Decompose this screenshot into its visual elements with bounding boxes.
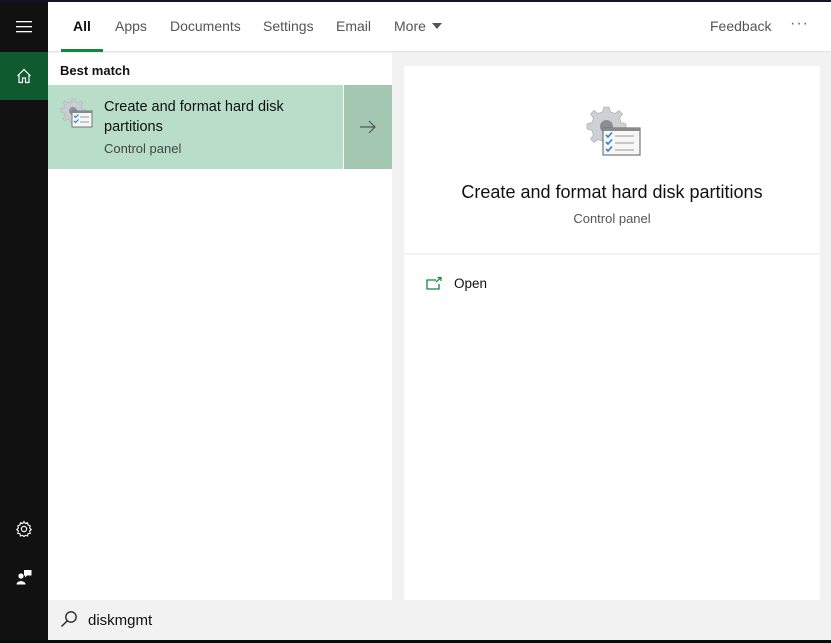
expand-preview-button[interactable] bbox=[344, 85, 392, 169]
open-external-icon bbox=[426, 276, 442, 290]
control-panel-gear-checklist-icon bbox=[60, 98, 93, 128]
tab-more-dropdown[interactable]: More bbox=[394, 2, 442, 52]
settings-button[interactable] bbox=[0, 505, 48, 553]
sidebar bbox=[0, 2, 48, 640]
home-button[interactable] bbox=[0, 52, 48, 100]
search-input[interactable] bbox=[88, 606, 588, 634]
tab-email[interactable]: Email bbox=[336, 2, 371, 52]
preview-actions: Open bbox=[404, 255, 820, 600]
caret-down-icon bbox=[431, 23, 442, 29]
tab-label: Apps bbox=[115, 18, 147, 34]
open-action-label: Open bbox=[454, 275, 488, 291]
tab-label: All bbox=[73, 18, 91, 34]
search-panel: All Apps Documents Settings Email More F… bbox=[48, 2, 831, 640]
more-options-button[interactable]: ··· bbox=[790, 2, 809, 52]
tab-label: Email bbox=[336, 18, 372, 34]
result-title: Create and format hard disk partitions bbox=[104, 99, 284, 135]
tab-label: Settings bbox=[263, 18, 314, 34]
home-icon bbox=[17, 68, 31, 84]
tab-settings[interactable]: Settings bbox=[263, 2, 314, 52]
feedback-link[interactable]: Feedback bbox=[710, 2, 771, 52]
tab-documents[interactable]: Documents bbox=[170, 2, 241, 52]
preview-subtitle: Control panel bbox=[573, 211, 651, 226]
hamburger-menu-icon bbox=[16, 21, 32, 33]
gear-icon bbox=[15, 520, 33, 538]
tab-apps[interactable]: Apps bbox=[115, 2, 147, 52]
arrow-right-icon bbox=[360, 120, 376, 134]
search-bar bbox=[48, 600, 831, 640]
open-action[interactable]: Open bbox=[426, 273, 487, 293]
preview-title: Create and format hard disk partitions bbox=[461, 182, 763, 202]
section-heading-best-match: Best match bbox=[60, 63, 131, 78]
tab-all[interactable]: All bbox=[61, 2, 103, 52]
result-subtitle: Control panel bbox=[104, 141, 182, 156]
control-panel-gear-checklist-icon bbox=[586, 106, 641, 156]
tab-label: More bbox=[394, 18, 426, 34]
feedback-hub-button[interactable] bbox=[0, 553, 48, 601]
search-icon bbox=[61, 611, 77, 627]
preview-header: Create and format hard disk partitions C… bbox=[404, 66, 820, 253]
best-match-result[interactable]: Create and format hard disk partitions C… bbox=[48, 85, 343, 169]
tab-label: Documents bbox=[170, 18, 241, 34]
results-list: Best match Create and format hard disk p… bbox=[48, 53, 392, 600]
menu-button[interactable] bbox=[0, 2, 48, 52]
feedback-person-icon bbox=[16, 570, 32, 585]
filter-tab-bar: All Apps Documents Settings Email More F… bbox=[48, 2, 831, 52]
